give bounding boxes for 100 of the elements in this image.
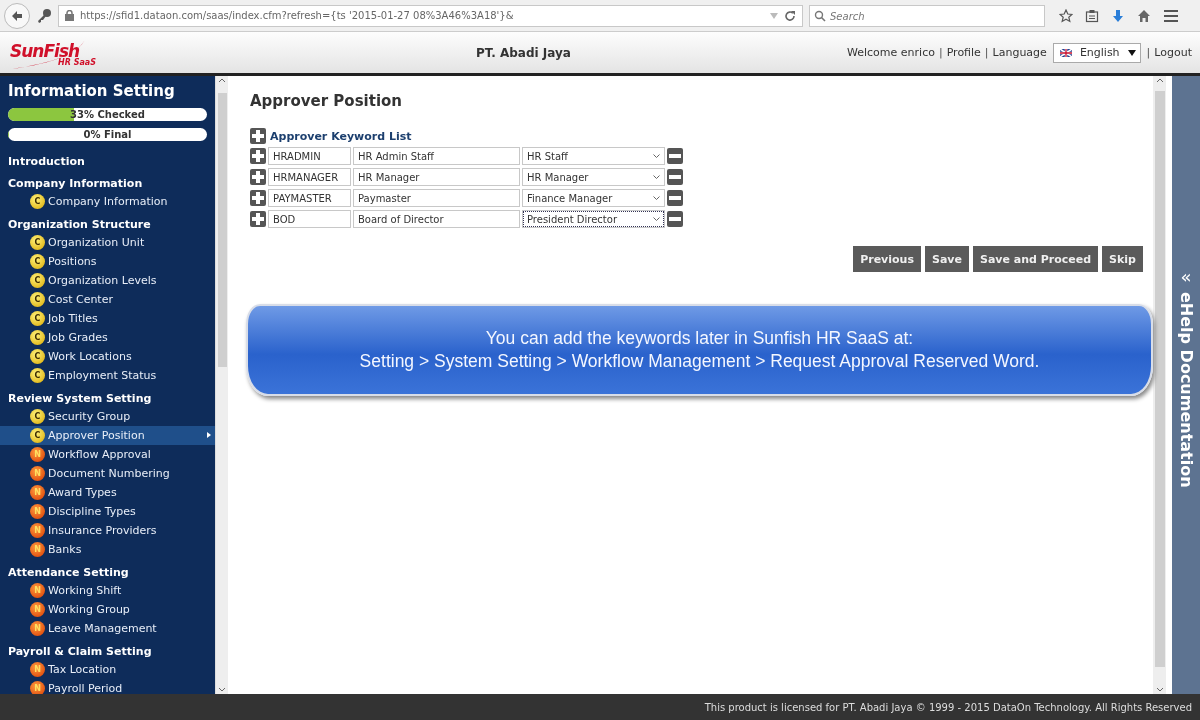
section-title: Organization Structure	[7, 217, 152, 233]
status-badge: C	[30, 409, 45, 424]
status-badge: C	[30, 349, 45, 364]
clipboard-icon[interactable]	[1085, 8, 1099, 23]
status-badge: C	[30, 311, 45, 326]
scrollbar[interactable]	[215, 76, 228, 694]
sidebar-item[interactable]: N Workflow Approval	[0, 445, 215, 464]
status-badge: C	[30, 235, 45, 250]
page-title: Approver Position	[250, 92, 404, 110]
sidebar-item[interactable]: C Positions	[0, 252, 215, 271]
keyword-field[interactable]: PAYMASTER	[268, 189, 351, 207]
back-arrow-icon	[11, 9, 23, 22]
sidebar-item[interactable]: N Award Types	[0, 483, 215, 502]
action-button[interactable]: Save and Proceed	[973, 246, 1099, 272]
remove-row-icon[interactable]	[667, 148, 683, 164]
section-title: Review System Setting	[7, 391, 153, 407]
progress-bar: 0% Final	[8, 128, 207, 141]
lock-icon	[65, 10, 74, 21]
menu-icon[interactable]	[1163, 8, 1179, 23]
help-label: eHelp Documentation	[1176, 292, 1196, 488]
remove-row-icon[interactable]	[667, 211, 683, 227]
description-field[interactable]: Board of Director	[353, 210, 520, 228]
action-button[interactable]: Previous	[853, 246, 921, 272]
logout-link[interactable]: Logout	[1154, 46, 1192, 59]
sidebar-item[interactable]: N Working Shift	[0, 581, 215, 600]
status-badge: N	[30, 583, 45, 598]
section-title: Company Information	[7, 176, 144, 192]
section-title: Attendance Setting	[7, 565, 130, 581]
search-field[interactable]: Search	[809, 5, 1045, 27]
address-bar[interactable]: https://sfid1.dataon.com/saas/index.cfm?refresh={ts '2015-01-27 08%3A46%3A18'}&	[58, 4, 803, 27]
position-select[interactable]: HR Manager	[522, 168, 665, 186]
callout-text: You can add the keywords later in Sunfish HR SaaS at:	[485, 327, 914, 350]
add-icon[interactable]	[250, 128, 266, 144]
keyword-field[interactable]: BOD	[268, 210, 351, 228]
position-select[interactable]: President Director	[522, 210, 665, 228]
sidebar-item[interactable]: N Insurance Providers	[0, 521, 215, 540]
key-icon[interactable]	[36, 7, 52, 24]
scroll-down-icon[interactable]	[1155, 687, 1164, 692]
header-link[interactable]: Profile	[946, 46, 981, 59]
status-badge: C	[30, 292, 45, 307]
flag-icon	[1059, 48, 1072, 57]
add-row-icon[interactable]	[250, 190, 266, 206]
sidebar-item[interactable]: N Leave Management	[0, 619, 215, 638]
header-link[interactable]: Language	[992, 46, 1047, 59]
status-badge: N	[30, 447, 45, 462]
status-badge: C	[30, 330, 45, 345]
scroll-up-icon[interactable]	[218, 78, 226, 83]
sidebar-item[interactable]: C Employment Status	[0, 366, 215, 385]
sidebar-item[interactable]: N Document Numbering	[0, 464, 215, 483]
scroll-up-icon[interactable]	[1155, 78, 1164, 83]
sidebar-item[interactable]: C Job Grades	[0, 328, 215, 347]
keyword-field[interactable]: HRADMIN	[268, 147, 351, 165]
pointer-icon	[207, 432, 211, 438]
scroll-down-icon[interactable]	[218, 687, 226, 692]
description-field[interactable]: Paymaster	[353, 189, 520, 207]
home-icon[interactable]	[1137, 8, 1151, 23]
sidebar-title: Information Setting	[7, 82, 176, 100]
add-row-icon[interactable]	[250, 211, 266, 227]
sidebar-item[interactable]: C Company Information	[0, 192, 215, 211]
chevron-icon	[653, 153, 660, 159]
footer-text: This product is licensed for PT. Abadi Jaya © 1999 - 2015 DataOn Technology. All Rights Reserved	[0, 694, 1200, 720]
description-field[interactable]: HR Manager	[353, 168, 520, 186]
sidebar-item[interactable]: C Organization Levels	[0, 271, 215, 290]
star-icon[interactable]	[1059, 8, 1073, 23]
sidebar-item[interactable]: C Job Titles	[0, 309, 215, 328]
add-row-icon[interactable]	[250, 148, 266, 164]
section-title: Payroll & Claim Setting	[7, 644, 153, 660]
scrollbar[interactable]	[1153, 76, 1166, 694]
separator: |	[1146, 46, 1151, 59]
sidebar-item[interactable]: C Approver Position	[0, 426, 215, 445]
callout-text: Setting > System Setting > Workflow Management > Request Approval Reserved Word.	[359, 350, 1040, 373]
position-select[interactable]: Finance Manager	[522, 189, 665, 207]
expand-arrow[interactable]: «	[1180, 268, 1192, 286]
sidebar-item[interactable]: N Tax Location	[0, 660, 215, 679]
remove-row-icon[interactable]	[667, 169, 683, 185]
description-field[interactable]: HR Admin Staff	[353, 147, 520, 165]
status-badge: C	[30, 368, 45, 383]
status-badge: N	[30, 662, 45, 677]
sidebar-item[interactable]: N Discipline Types	[0, 502, 215, 521]
remove-row-icon[interactable]	[667, 190, 683, 206]
keyword-field[interactable]: HRMANAGER	[268, 168, 351, 186]
language-select[interactable]: English	[1052, 42, 1141, 63]
separator: |	[984, 46, 989, 59]
sidebar-item[interactable]: N Working Group	[0, 600, 215, 619]
back-button[interactable]	[4, 2, 30, 29]
status-badge: N	[30, 523, 45, 538]
sidebar-item[interactable]: C Work Locations	[0, 347, 215, 366]
welcome-text: Welcome enrico	[847, 46, 935, 59]
download-icon[interactable]	[1111, 8, 1125, 23]
action-button[interactable]: Save	[925, 246, 969, 272]
action-button[interactable]: Skip	[1102, 246, 1143, 272]
help-panel[interactable]: « eHelp Documentation	[1172, 76, 1200, 694]
sidebar-item[interactable]: C Cost Center	[0, 290, 215, 309]
reload-icon[interactable]	[784, 9, 796, 22]
sidebar-item[interactable]: N Banks	[0, 540, 215, 559]
sidebar-item[interactable]: C Security Group	[0, 407, 215, 426]
position-select[interactable]: HR Staff	[522, 147, 665, 165]
sidebar-item[interactable]: C Organization Unit	[0, 233, 215, 252]
status-badge: C	[30, 254, 45, 269]
add-row-icon[interactable]	[250, 169, 266, 185]
